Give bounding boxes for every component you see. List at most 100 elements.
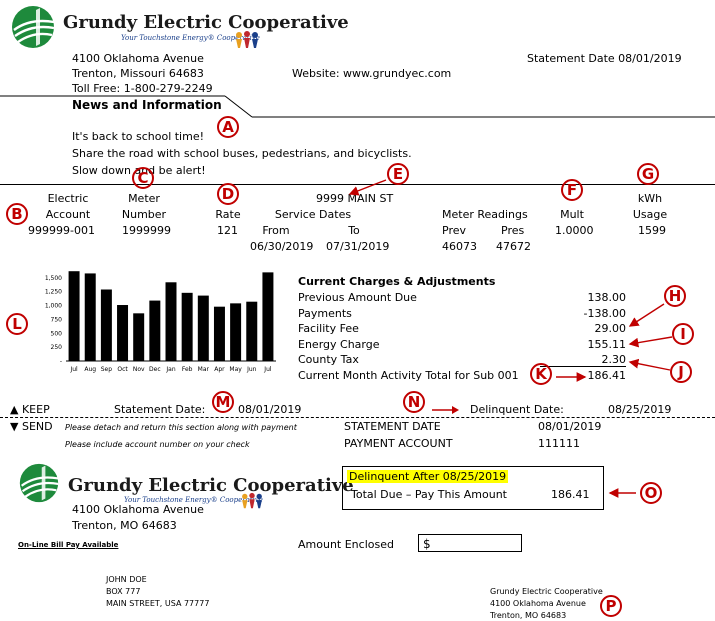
payment-account-value: 111111 xyxy=(538,437,580,450)
section-divider xyxy=(0,184,715,185)
chart-x-tick-label: Sep xyxy=(101,366,113,373)
callout-i: I xyxy=(672,323,694,345)
company-logo-stub: Grundy Electric Cooperative Your Touchst… xyxy=(18,462,354,509)
chart-bar xyxy=(165,282,177,361)
chart-bar xyxy=(117,305,129,361)
logo-globe-icon xyxy=(19,463,59,503)
chart-bar xyxy=(181,292,193,361)
service-from-date: 06/30/2019 xyxy=(250,240,314,253)
news-title: News and Information xyxy=(72,98,222,112)
header-usage: Usage xyxy=(632,208,668,221)
header-from: From xyxy=(262,224,290,237)
meter-number: 1999999 xyxy=(122,224,171,237)
callout-j: J xyxy=(670,361,692,383)
online-bill-pay-link[interactable]: On-Line Bill Pay Available xyxy=(18,541,118,549)
remit-city: Trenton, MO 64683 xyxy=(490,611,567,620)
callout-f: F xyxy=(561,179,583,201)
header-account: Account xyxy=(45,208,91,221)
account-number: 999999-001 xyxy=(28,224,95,237)
callout-d: D xyxy=(217,183,239,205)
customer-street: MAIN STREET, USA 77777 xyxy=(106,599,210,608)
chart-x-tick-label: Feb xyxy=(182,366,193,373)
charge-value: 186.41 xyxy=(587,368,627,382)
stub-statement-date: 08/01/2019 xyxy=(238,403,302,416)
header-rate: Rate xyxy=(215,208,241,221)
payment-account-label: PAYMENT ACCOUNT xyxy=(344,437,453,450)
chart-bar xyxy=(213,306,225,361)
amount-enclosed-field[interactable]: $ xyxy=(418,534,522,552)
usage-history-chart: 1,5001,2501,000750500250-Jul Aug Sep Oct Nov… xyxy=(45,271,276,373)
company-logo: Grundy Electric Cooperative Your Touchst… xyxy=(10,4,349,50)
keep-label: ▲ KEEP xyxy=(10,403,50,416)
chart-x-tick-label: Nov xyxy=(133,366,145,373)
header-meter: Meter xyxy=(128,192,160,205)
header-kwh: kWh xyxy=(637,192,663,205)
chart-x-tick-label: Oct xyxy=(117,366,128,373)
delinquent-date-label: Delinquent Date: xyxy=(470,403,564,416)
chart-x-tick-label: Jun xyxy=(246,366,257,373)
chart-bar xyxy=(100,289,112,361)
stub-address-line1: 4100 Oklahoma Avenue xyxy=(72,503,204,516)
chart-bar xyxy=(262,272,274,361)
statement-date-caps-value: 08/01/2019 xyxy=(538,420,602,433)
chart-y-tick-label: - xyxy=(60,358,62,365)
dollar-sign: $ xyxy=(423,537,431,551)
total-due-amount: 186.41 xyxy=(551,488,590,501)
company-name: Grundy Electric Cooperative xyxy=(63,12,349,33)
present-reading: 47672 xyxy=(496,240,531,253)
chart-bar xyxy=(197,295,209,361)
header-number: Number xyxy=(121,208,167,221)
rate-code: 121 xyxy=(217,224,238,237)
total-due-label: Total Due – Pay This Amount xyxy=(351,488,507,501)
charge-value: -138.00 xyxy=(583,306,626,320)
header-meter-readings: Meter Readings xyxy=(442,208,528,221)
chart-bar xyxy=(68,271,80,361)
chart-x-tick-label: Jul xyxy=(69,366,78,373)
charge-value: 29.00 xyxy=(594,322,627,335)
header-mult: Mult xyxy=(560,208,584,221)
callout-b: B xyxy=(6,203,28,225)
website: Website: www.grundyec.com xyxy=(292,67,452,80)
delinquent-date: 08/25/2019 xyxy=(608,403,672,416)
charge-label: County Tax xyxy=(298,353,359,366)
charge-label: Previous Amount Due xyxy=(298,291,417,304)
charge-label: Energy Charge xyxy=(298,337,380,351)
charge-value: 155.11 xyxy=(587,337,627,351)
callout-m: M xyxy=(212,391,234,413)
chart-x-tick-label: Dec xyxy=(149,366,161,373)
header-prev: Prev xyxy=(442,224,466,237)
callout-a: A xyxy=(217,116,239,138)
multiplier: 1.0000 xyxy=(555,224,594,237)
callout-o: O xyxy=(640,482,662,504)
remit-name: Grundy Electric Cooperative xyxy=(490,587,603,596)
tear-line xyxy=(0,417,715,418)
company-address-line1: 4100 Oklahoma Avenue xyxy=(72,52,204,65)
stub-statement-date-label: Statement Date: xyxy=(114,403,206,416)
chart-bar xyxy=(133,313,145,361)
touchstone-people-icon xyxy=(236,31,258,48)
news-line-1: It's back to school time! xyxy=(72,130,205,143)
chart-y-tick-label: 1,500 xyxy=(45,275,62,282)
chart-y-tick-label: 1,250 xyxy=(45,289,62,296)
chart-y-tick-label: 250 xyxy=(51,344,63,351)
header-electric: Electric xyxy=(47,192,89,205)
chart-x-tick-label: May xyxy=(229,366,242,373)
stub-address-line2: Trenton, MO 64683 xyxy=(72,519,177,532)
news-line-2: Share the road with school buses, pedest… xyxy=(72,147,412,160)
include-account-note: Please include account number on your ch… xyxy=(65,440,250,449)
charge-label: Current Month Activity Total for Sub 001 xyxy=(298,368,519,382)
callout-n: N xyxy=(403,391,425,413)
amount-enclosed-label: Amount Enclosed xyxy=(298,538,394,551)
chart-bar xyxy=(230,303,242,361)
charges-title: Current Charges & Adjustments xyxy=(298,275,496,288)
company-address-line2: Trenton, Missouri 64683 xyxy=(72,67,204,80)
customer-name: JOHN DOE xyxy=(106,575,147,584)
chart-y-tick-label: 750 xyxy=(51,316,63,323)
chart-x-tick-label: Jan xyxy=(165,366,175,373)
statement-date-top: Statement Date 08/01/2019 xyxy=(527,52,682,65)
payment-due-box: Delinquent After 08/25/2019 Total Due – … xyxy=(342,466,604,510)
header-service-dates: Service Dates xyxy=(274,208,352,221)
header-to: To xyxy=(348,224,360,237)
charge-value: 138.00 xyxy=(587,291,627,304)
customer-box: BOX 777 xyxy=(106,587,141,596)
